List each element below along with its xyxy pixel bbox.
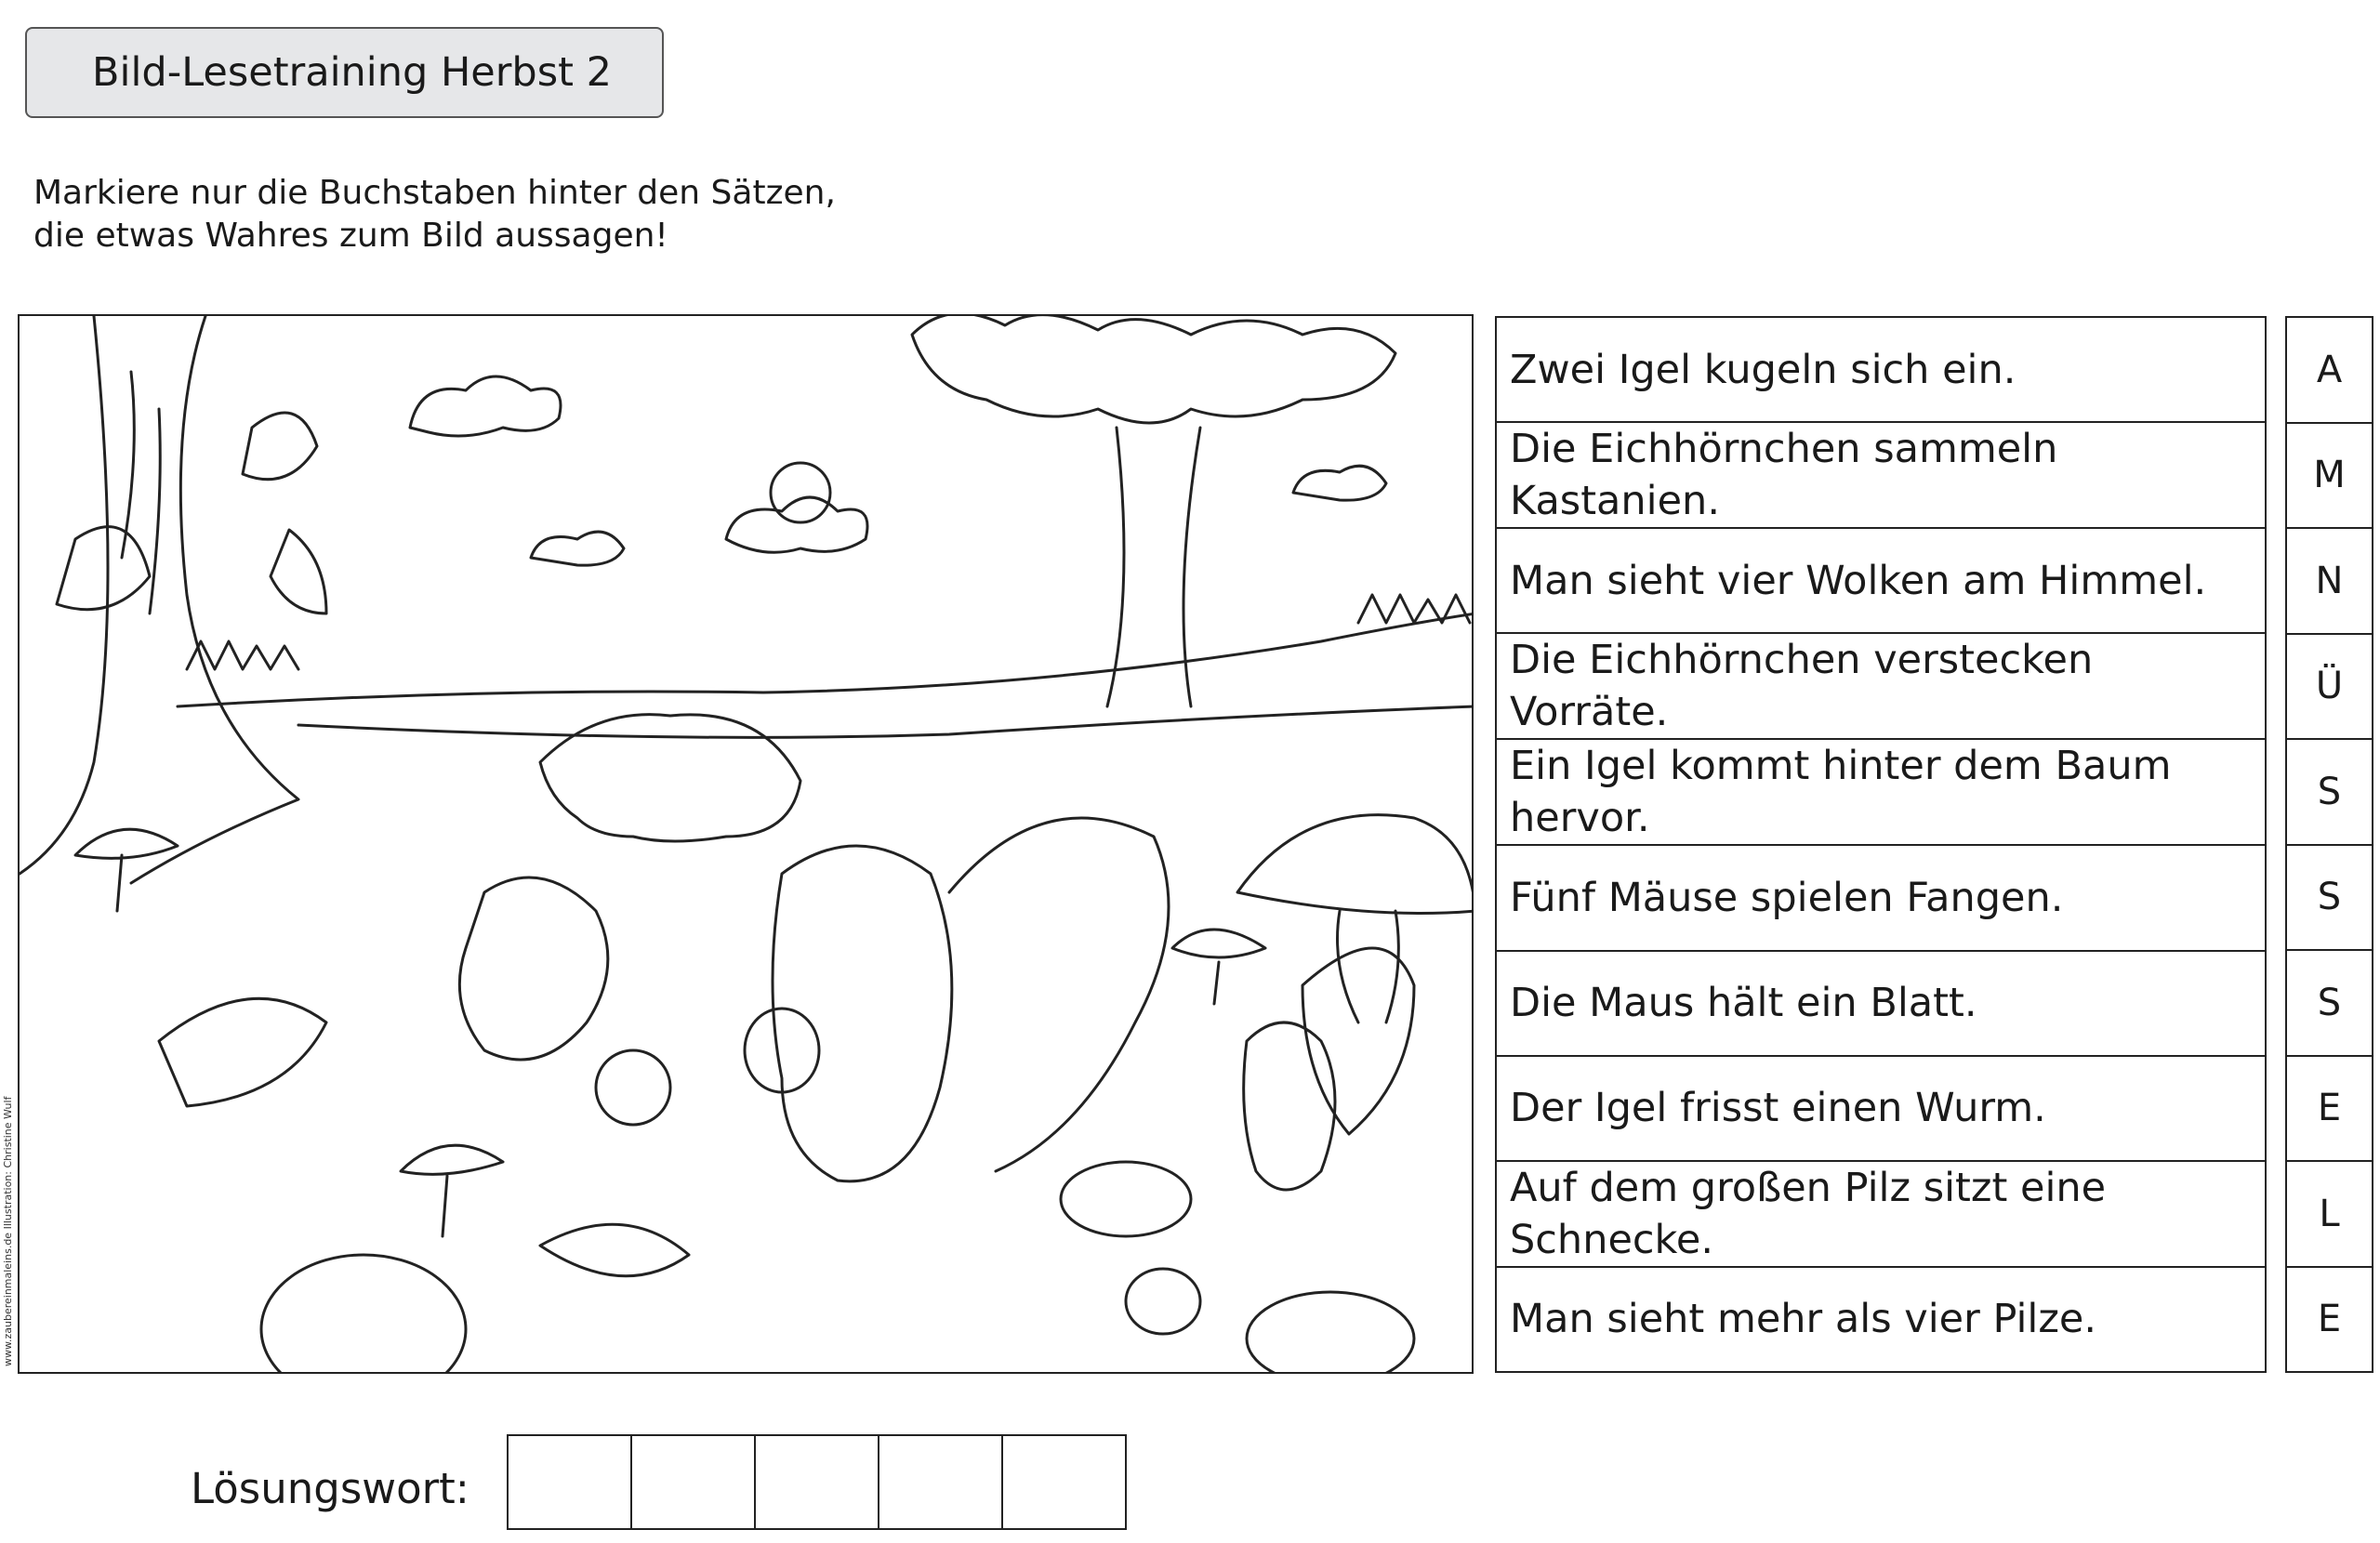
squirrel-large-tail [947, 816, 1170, 1173]
leaf-1 [241, 411, 319, 481]
solution-box[interactable] [1001, 1434, 1127, 1530]
letter-cell[interactable]: S [2287, 951, 2372, 1057]
big-mushroom [1236, 813, 1472, 1024]
letters-column: A M N Ü S S S E L E [2285, 316, 2373, 1373]
instructions: Markiere nur die Buchstaben hinter den S… [33, 172, 836, 257]
cloud-3 [529, 530, 626, 567]
letter-cell[interactable]: Ü [2287, 635, 2372, 740]
hill-line [176, 613, 1472, 708]
solution-label: Lösungswort: [191, 1464, 469, 1513]
statement-text: Zwei Igel kugeln sich ein. [1510, 346, 2016, 393]
statement-text: Man sieht mehr als vier Pilze. [1510, 1296, 2097, 1343]
hedgehog [538, 713, 802, 843]
statement-text: Die Eichhörnchen sammeln Kastanien. [1510, 426, 2058, 525]
leaf-4 [157, 996, 328, 1108]
mushroom-mid [1170, 928, 1267, 1006]
acorn-1 [1059, 1160, 1193, 1238]
leaf-5 [538, 1222, 691, 1278]
right-tree-crown [910, 316, 1397, 425]
statement-text: Man sieht vier Wolken am Himmel. [1510, 557, 2207, 604]
statements-table: Zwei Igel kugeln sich ein. Die Eichhörnc… [1495, 316, 2267, 1373]
letter-cell[interactable]: S [2287, 740, 2372, 846]
statement-row: Die Eichhörnchen verstecken Vorräte. [1497, 634, 2265, 741]
statement-row: Der Igel frisst einen Wurm. [1497, 1057, 2265, 1162]
letter-cell[interactable]: E [2287, 1057, 2372, 1162]
statement-row: Man sieht vier Wolken am Himmel. [1497, 529, 2265, 635]
letter-cell[interactable]: A [2287, 318, 2372, 424]
letter-cell[interactable]: L [2287, 1162, 2372, 1268]
worksheet-title: Bild-Lesetraining Herbst 2 [25, 27, 664, 118]
statement-text: Die Maus hält ein Blatt. [1510, 980, 1977, 1027]
mushroom-left [73, 827, 179, 913]
cloud-1 [408, 375, 562, 438]
pines-right [1356, 593, 1472, 625]
statement-row: Auf dem großen Pilz sitzt eine Schnecke. [1497, 1162, 2265, 1268]
statement-text: Ein Igel kommt hinter dem Baum hervor. [1510, 743, 2172, 842]
statement-text: Auf dem großen Pilz sitzt eine Schnecke. [1510, 1164, 2107, 1263]
left-tree-bark [120, 370, 162, 615]
solution-box[interactable] [630, 1434, 756, 1530]
statement-text: Die Eichhörnchen verstecken Vorräte. [1510, 637, 2094, 736]
statement-row: Zwei Igel kugeln sich ein. [1497, 318, 2265, 424]
statement-row: Die Eichhörnchen sammeln Kastanien. [1497, 423, 2265, 530]
statement-text: Der Igel frisst einen Wurm. [1510, 1085, 2046, 1132]
title-text: Bild-Lesetraining Herbst 2 [92, 49, 613, 96]
instruction-line-1: Markiere nur die Buchstaben hinter den S… [33, 174, 836, 212]
instruction-line-2: die etwas Wahres zum Bild aussagen! [33, 217, 668, 255]
illustration-credit: www.zaubereinmaleins.de Illustration: Ch… [2, 1096, 14, 1366]
squirrel-small [457, 876, 610, 1062]
mouse [1242, 1021, 1337, 1192]
solution-box[interactable] [878, 1434, 1003, 1530]
log-end [259, 1253, 468, 1372]
hill-line-back [297, 705, 1472, 739]
leaf-3 [269, 528, 328, 615]
statement-row: Man sieht mehr als vier Pilze. [1497, 1268, 2265, 1371]
solution-box[interactable] [507, 1434, 632, 1530]
left-tree-trunk [20, 316, 300, 885]
letter-cell[interactable]: N [2287, 529, 2372, 635]
solution-boxes [507, 1434, 1127, 1530]
acorn-2 [1124, 1267, 1202, 1336]
letter-cell[interactable]: S [2287, 846, 2372, 951]
letter-cell[interactable]: E [2287, 1268, 2372, 1372]
mushroom-bottom [399, 1143, 505, 1238]
statement-row: Fünf Mäuse spielen Fangen. [1497, 846, 2265, 952]
chestnut [1245, 1290, 1416, 1372]
autumn-forest-illustration [18, 314, 1474, 1374]
hazelnut-1 [594, 1048, 672, 1127]
statement-text: Fünf Mäuse spielen Fangen. [1510, 874, 2064, 921]
cloud-4 [1291, 464, 1388, 502]
solution-box[interactable] [754, 1434, 879, 1530]
leaf-2 [55, 525, 152, 612]
cloud-2 [724, 495, 869, 554]
statement-row: Ein Igel kommt hinter dem Baum hervor. [1497, 740, 2265, 847]
sun [769, 461, 832, 524]
letter-cell[interactable]: M [2287, 424, 2372, 529]
statement-row: Die Maus hält ein Blatt. [1497, 952, 2265, 1057]
